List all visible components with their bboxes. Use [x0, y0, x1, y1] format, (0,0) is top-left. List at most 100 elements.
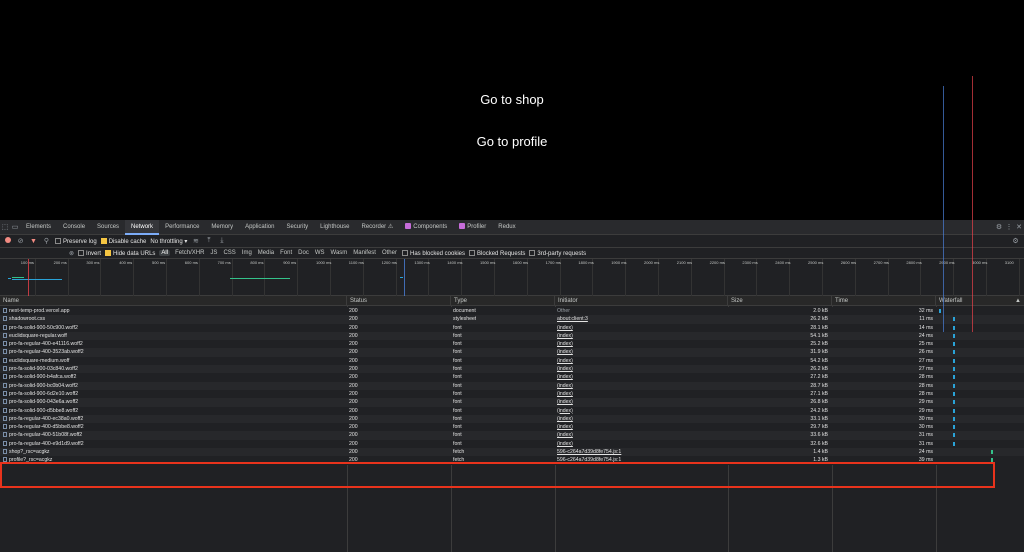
- inspect-element-icon[interactable]: ⬚: [0, 220, 10, 235]
- type-filter-all[interactable]: All: [159, 250, 171, 256]
- table-row[interactable]: pro-fa-regular-400-51b08f.woff2 200 font (i…: [0, 431, 1024, 440]
- table-row[interactable]: euclidsquare-medium.woff 200 font (index) 54…: [0, 356, 1024, 366]
- type-filter-ws[interactable]: WS: [314, 250, 326, 256]
- request-initiator[interactable]: (index): [557, 324, 727, 332]
- request-name-cell[interactable]: shadowroot.css: [3, 315, 345, 323]
- request-name-cell[interactable]: pro-fa-regular-400-ec38a0.woff2: [3, 415, 345, 423]
- request-initiator[interactable]: 596-c264a7d39d8fe754.js:1: [557, 448, 727, 456]
- table-row[interactable]: pro-fa-regular-400-e9d1d9.woff2 200 font (i…: [0, 439, 1024, 449]
- table-row[interactable]: pro-fa-regular-400-e41116.woff2 200 font (i…: [0, 340, 1024, 349]
- tab-memory[interactable]: Memory: [205, 220, 239, 235]
- tab-security[interactable]: Security: [280, 220, 314, 235]
- close-icon[interactable]: ✕: [1014, 220, 1024, 235]
- request-initiator[interactable]: (index): [557, 382, 727, 390]
- column-header-time[interactable]: Time: [832, 296, 936, 306]
- device-toolbar-icon[interactable]: ▭: [10, 220, 20, 235]
- network-overview-timeline[interactable]: 100 ms 200 ms 300 ms 400 ms 500 ms 600 ms 700 …: [0, 259, 1024, 296]
- tab-console[interactable]: Console: [57, 220, 91, 235]
- third-party-requests-checkbox[interactable]: 3rd-party requests: [529, 249, 586, 257]
- request-initiator[interactable]: (index): [557, 423, 727, 431]
- request-initiator[interactable]: (index): [557, 365, 727, 373]
- column-header-type[interactable]: Type: [451, 296, 555, 306]
- tab-lighthouse[interactable]: Lighthouse: [314, 220, 355, 235]
- type-filter-wasm[interactable]: Wasm: [330, 250, 349, 256]
- tab-profiler[interactable]: Profiler: [453, 220, 492, 235]
- request-initiator[interactable]: (index): [557, 390, 727, 398]
- type-filter-js[interactable]: JS: [209, 250, 218, 256]
- table-row[interactable]: pro-fa-regular-400-d5bbe8.woff2 200 font (i…: [0, 423, 1024, 432]
- filter-input[interactable]: [3, 249, 65, 257]
- type-filter-other[interactable]: Other: [381, 250, 398, 256]
- request-initiator[interactable]: about:client:3: [557, 315, 727, 323]
- table-row[interactable]: pro-fa-solid-900-bc0b04.woff2 200 font (ind…: [0, 381, 1024, 390]
- request-name-cell[interactable]: next-temp-prod.vercel.app: [3, 307, 345, 315]
- tab-components[interactable]: Components: [399, 220, 453, 235]
- preserve-log-checkbox[interactable]: Preserve log: [55, 237, 97, 245]
- column-header-waterfall[interactable]: Waterfall ▲: [936, 296, 1024, 306]
- request-name-cell[interactable]: pro-fa-regular-400-e9d1d9.woff2: [3, 440, 345, 448]
- request-name-cell[interactable]: pro-fa-regular-400-51b08f.woff2: [3, 431, 345, 439]
- request-initiator[interactable]: (index): [557, 357, 727, 365]
- table-row[interactable]: shop?_rsc=acgkz 200 fetch 596-c264a7d39d8fe…: [0, 448, 1024, 457]
- table-row[interactable]: next-temp-prod.vercel.app 200 document Othe…: [0, 307, 1024, 316]
- import-icon[interactable]: ⤒: [204, 237, 213, 245]
- request-name-cell[interactable]: pro-fa-solid-900-6d2e10.woff2: [3, 390, 345, 398]
- clear-icon[interactable]: ⊘: [16, 237, 25, 245]
- type-filter-media[interactable]: Media: [257, 250, 275, 256]
- tab-redux[interactable]: Redux: [492, 220, 521, 235]
- request-name-cell[interactable]: euclidsquare-medium.woff: [3, 357, 345, 365]
- request-name-cell[interactable]: shop?_rsc=acgkz: [3, 448, 345, 456]
- table-row[interactable]: pro-fa-solid-900-50c900.woff2 200 font (ind…: [0, 323, 1024, 332]
- network-settings-icon[interactable]: ⚙: [1011, 237, 1020, 245]
- request-initiator[interactable]: (index): [557, 348, 727, 356]
- column-header-initiator[interactable]: Initiator: [555, 296, 728, 306]
- go-to-shop-link[interactable]: Go to shop: [0, 92, 1024, 107]
- more-options-icon[interactable]: ⋮: [1004, 220, 1014, 235]
- request-initiator[interactable]: (index): [557, 373, 727, 381]
- disable-cache-checkbox[interactable]: Disable cache: [100, 237, 146, 245]
- request-name-cell[interactable]: euclidsquare-regular.woff: [3, 332, 345, 340]
- table-row[interactable]: pro-fa-regular-400-ec38a0.woff2 200 font (i…: [0, 414, 1024, 424]
- export-icon[interactable]: ⤓: [217, 237, 226, 245]
- type-filter-img[interactable]: Img: [241, 250, 253, 256]
- column-header-size[interactable]: Size: [728, 296, 832, 306]
- filter-clear-icon[interactable]: ⊗: [69, 250, 74, 257]
- type-filter-font[interactable]: Font: [279, 250, 293, 256]
- record-button[interactable]: [3, 237, 12, 245]
- request-name-cell[interactable]: pro-fa-solid-900-d5bbe8.woff2: [3, 407, 345, 415]
- table-row[interactable]: pro-fa-solid-900-6d2e10.woff2 200 font (ind…: [0, 389, 1024, 399]
- request-name-cell[interactable]: pro-fa-regular-400-e41116.woff2: [3, 340, 345, 348]
- request-name-cell[interactable]: pro-fa-solid-900-b4afca.woff2: [3, 373, 345, 381]
- column-header-name[interactable]: Name: [0, 296, 347, 306]
- request-initiator[interactable]: (index): [557, 340, 727, 348]
- table-row[interactable]: pro-fa-solid-900-043e6a.woff2 200 font (ind…: [0, 398, 1024, 407]
- invert-checkbox[interactable]: Invert: [78, 249, 101, 257]
- request-initiator[interactable]: (index): [557, 332, 727, 340]
- tab-application[interactable]: Application: [239, 220, 280, 235]
- go-to-profile-link[interactable]: Go to profile: [0, 134, 1024, 149]
- tab-recorder[interactable]: Recorder ⚠: [356, 220, 400, 235]
- request-name-cell[interactable]: pro-fa-solid-900-03c840.woff2: [3, 365, 345, 373]
- tab-performance[interactable]: Performance: [159, 220, 205, 235]
- tab-sources[interactable]: Sources: [91, 220, 125, 235]
- wifi-icon[interactable]: ≋: [191, 237, 200, 245]
- filter-icon[interactable]: ▼: [29, 238, 38, 245]
- column-header-status[interactable]: Status: [347, 296, 451, 306]
- request-name-cell[interactable]: pro-fa-solid-900-043e6a.woff2: [3, 398, 345, 406]
- request-name-cell[interactable]: pro-fa-solid-900-bc0b04.woff2: [3, 382, 345, 390]
- table-row[interactable]: pro-fa-regular-400-3523ab.woff2 200 font (i…: [0, 348, 1024, 357]
- type-filter-fetch-xhr[interactable]: Fetch/XHR: [174, 250, 205, 256]
- request-initiator[interactable]: (index): [557, 415, 727, 423]
- search-icon[interactable]: ⚲: [42, 237, 51, 245]
- request-name-cell[interactable]: pro-fa-regular-400-3523ab.woff2: [3, 348, 345, 356]
- request-initiator[interactable]: (index): [557, 407, 727, 415]
- table-row[interactable]: shadowroot.css 200 stylesheet about:client:…: [0, 315, 1024, 324]
- request-name-cell[interactable]: pro-fa-solid-900-50c900.woff2: [3, 324, 345, 332]
- request-name-cell[interactable]: pro-fa-regular-400-d5bbe8.woff2: [3, 423, 345, 431]
- request-initiator[interactable]: (index): [557, 440, 727, 448]
- throttling-select[interactable]: No throttling ▾: [150, 238, 187, 245]
- tab-elements[interactable]: Elements: [20, 220, 57, 235]
- request-initiator[interactable]: (index): [557, 431, 727, 439]
- blocked-requests-checkbox[interactable]: Blocked Requests: [469, 249, 525, 257]
- table-row[interactable]: pro-fa-solid-900-b4afca.woff2 200 font (ind…: [0, 373, 1024, 382]
